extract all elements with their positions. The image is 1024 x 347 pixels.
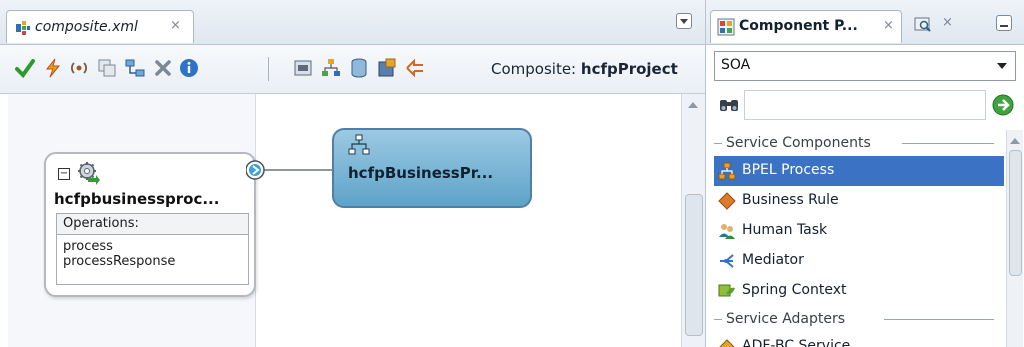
tab-title: composite.xml bbox=[35, 19, 138, 35]
operation-item: process bbox=[63, 239, 113, 254]
palette-item-label: Spring Context bbox=[742, 282, 847, 298]
palette-item-label: Mediator bbox=[742, 252, 804, 268]
section-title: Service Adapters bbox=[726, 311, 846, 327]
spring-context-icon bbox=[718, 284, 735, 297]
scrollbar-thumb[interactable] bbox=[685, 194, 703, 336]
copy-icon[interactable] bbox=[96, 57, 118, 79]
adf-bc-service-icon bbox=[719, 339, 735, 347]
operations-header: Operations: bbox=[57, 214, 248, 235]
editor-tab-bar: composite.xml × bbox=[0, 0, 705, 45]
deploy-lightning-icon[interactable] bbox=[42, 57, 64, 79]
palette-search-input[interactable] bbox=[744, 90, 986, 120]
business-rule-icon bbox=[718, 192, 736, 210]
service-reference-handle-icon bbox=[246, 160, 265, 180]
resource-palette-icon[interactable] bbox=[914, 16, 932, 34]
palette-item-spring-context[interactable]: Spring Context bbox=[714, 276, 1004, 306]
section-service-components[interactable]: Service Components bbox=[714, 130, 1004, 156]
validate-check-icon[interactable] bbox=[14, 57, 36, 79]
palette-item-mediator[interactable]: Mediator bbox=[714, 246, 1004, 276]
service-name: hcfpbusinessproc... bbox=[54, 190, 220, 208]
operation-item: processResponse bbox=[63, 254, 176, 269]
operations-panel: Operations: process processResponse bbox=[56, 213, 249, 285]
operations-list: process processResponse bbox=[57, 235, 248, 269]
editor-list-dropdown-icon[interactable] bbox=[676, 13, 692, 29]
collapse-toggle-icon[interactable]: − bbox=[58, 168, 70, 180]
layout-icon[interactable] bbox=[124, 57, 146, 79]
palette-tab-title: Component P... bbox=[739, 18, 858, 34]
go-search-icon[interactable] bbox=[992, 94, 1014, 116]
palette-category-value: SOA bbox=[721, 57, 751, 73]
scrollbar-thumb[interactable] bbox=[1009, 150, 1022, 276]
palette-item-human-task[interactable]: Human Task bbox=[714, 216, 1004, 246]
palette-item-adf-bc-service[interactable]: ADF-BC Service bbox=[714, 332, 1004, 347]
tab-close-icon[interactable]: × bbox=[170, 18, 181, 33]
component-palette-icon bbox=[717, 18, 735, 36]
palette-tab-bar: Component P... × × bbox=[706, 0, 1024, 45]
db-icon[interactable] bbox=[348, 57, 370, 79]
palette-item-label: Human Task bbox=[742, 222, 828, 238]
palette-category-select[interactable]: SOA bbox=[714, 51, 1016, 81]
scroll-up-arrow-icon[interactable] bbox=[1010, 138, 1020, 144]
resource-tab-close-icon[interactable]: × bbox=[942, 15, 953, 30]
section-service-adapters[interactable]: Service Adapters bbox=[714, 306, 1004, 332]
palette-item-label: ADF-BC Service bbox=[742, 338, 851, 347]
chevron-down-icon[interactable] bbox=[997, 63, 1007, 69]
scroll-up-arrow-icon[interactable] bbox=[688, 102, 698, 108]
palette-item-label: BPEL Process bbox=[742, 162, 835, 178]
bpel-component-name: hcfpBusinessPr... bbox=[348, 164, 494, 182]
palette-tab-close-icon[interactable]: × bbox=[883, 18, 894, 33]
palette-item-business-rule[interactable]: Business Rule bbox=[714, 186, 1004, 216]
component-palette: Component P... × × SOA Service Component… bbox=[706, 0, 1024, 347]
orchestration-icon[interactable] bbox=[404, 57, 426, 79]
minimize-panel-icon[interactable] bbox=[996, 15, 1012, 31]
tree-icon[interactable] bbox=[320, 57, 342, 79]
graph-icon[interactable] bbox=[376, 57, 398, 79]
palette-item-bpel-process[interactable]: BPEL Process bbox=[714, 156, 1004, 186]
wsdl-service-icon[interactable] bbox=[68, 57, 90, 79]
composite-toolbar: Composite: hcfpProject bbox=[0, 45, 705, 94]
service-component[interactable]: − hcfpbusinessproc... Operations: proces… bbox=[44, 152, 256, 297]
canvas-vertical-scrollbar[interactable] bbox=[681, 94, 705, 347]
binoculars-search-icon bbox=[720, 100, 738, 111]
test-icon[interactable] bbox=[292, 57, 314, 79]
bpel-process-icon bbox=[718, 162, 736, 180]
section-title: Service Components bbox=[726, 135, 871, 151]
palette-item-label: Business Rule bbox=[742, 192, 839, 208]
toolbar-separator bbox=[268, 57, 269, 81]
composite-project-name: hcfpProject bbox=[580, 60, 678, 78]
composite-file-icon bbox=[16, 21, 30, 35]
section-collapse-line bbox=[714, 319, 722, 320]
palette-component-list: Service Components BPEL Process Business… bbox=[714, 130, 1004, 347]
section-divider bbox=[902, 143, 994, 144]
tab-component-palette[interactable]: Component P... × bbox=[710, 10, 902, 43]
composite-editor: composite.xml × Composite: hcfpProject − bbox=[0, 0, 706, 347]
composite-label-prefix: Composite: bbox=[491, 60, 577, 78]
bpel-process-component[interactable]: hcfpBusinessPr... bbox=[332, 128, 532, 208]
tab-composite-xml[interactable]: composite.xml × bbox=[6, 10, 194, 43]
info-icon[interactable] bbox=[178, 57, 200, 79]
bpel-hierarchy-icon bbox=[348, 134, 370, 155]
section-collapse-line bbox=[714, 143, 722, 144]
web-service-gear-icon bbox=[78, 162, 100, 185]
composite-name-label: Composite: hcfpProject bbox=[491, 60, 678, 78]
palette-vertical-scrollbar[interactable] bbox=[1006, 130, 1023, 347]
human-task-icon bbox=[719, 224, 735, 239]
mediator-icon bbox=[720, 254, 734, 268]
section-divider bbox=[884, 319, 994, 320]
delete-icon[interactable] bbox=[152, 57, 174, 79]
